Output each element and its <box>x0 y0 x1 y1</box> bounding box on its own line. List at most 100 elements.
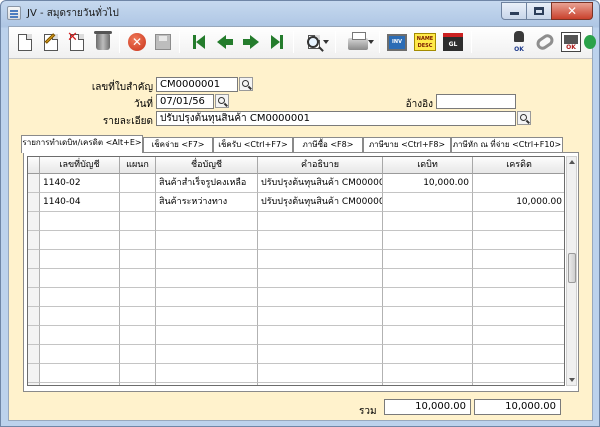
row-indicator[interactable] <box>28 326 40 345</box>
title-bar[interactable]: JV - สมุดรายวันทั่วไป ✕ <box>1 1 599 25</box>
empty-cell[interactable] <box>156 212 258 231</box>
doc-no-lookup-button[interactable] <box>239 77 253 91</box>
previous-record-button[interactable] <box>213 30 237 54</box>
empty-cell[interactable] <box>120 326 156 345</box>
empty-cell[interactable] <box>383 345 473 364</box>
green-status-icon[interactable] <box>584 35 596 49</box>
empty-cell[interactable] <box>473 288 564 307</box>
empty-cell[interactable] <box>258 212 383 231</box>
empty-cell[interactable] <box>258 269 383 288</box>
tab-cheque-receive[interactable]: เช็ครับ <Ctrl+F7> <box>213 137 293 152</box>
link-button[interactable] <box>533 30 557 54</box>
description-cell[interactable]: ปรับปรุงต้นทุนสินค้า CM0000001 <box>258 174 383 193</box>
close-window-button[interactable]: ✕ <box>551 2 593 20</box>
maximize-button[interactable] <box>526 2 552 20</box>
row-indicator[interactable] <box>28 174 40 193</box>
debit-cell[interactable] <box>383 193 473 212</box>
row-indicator[interactable] <box>28 307 40 326</box>
credit-cell[interactable] <box>473 174 564 193</box>
scroll-thumb[interactable] <box>568 253 576 283</box>
last-record-button[interactable] <box>265 30 289 54</box>
empty-cell[interactable] <box>383 250 473 269</box>
empty-cell[interactable] <box>40 212 120 231</box>
empty-cell[interactable] <box>40 307 120 326</box>
date-picker-button[interactable] <box>215 94 229 108</box>
tab-purchase-tax[interactable]: ภาษีซื้อ <F8> <box>293 137 363 152</box>
row-indicator[interactable] <box>28 212 40 231</box>
empty-cell[interactable] <box>40 383 120 385</box>
doc-no-input[interactable]: CM0000001 <box>156 77 238 92</box>
empty-cell[interactable] <box>473 250 564 269</box>
empty-cell[interactable] <box>383 383 473 385</box>
empty-cell[interactable] <box>258 326 383 345</box>
debit-cell[interactable]: 10,000.00 <box>383 174 473 193</box>
empty-cell[interactable] <box>120 269 156 288</box>
grid-vertical-scrollbar[interactable] <box>566 156 577 386</box>
row-indicator[interactable] <box>28 193 40 212</box>
credit-cell[interactable]: 10,000.00 <box>473 193 564 212</box>
empty-cell[interactable] <box>258 383 383 385</box>
next-record-button[interactable] <box>239 30 263 54</box>
approve-button[interactable]: OK <box>507 30 531 54</box>
row-indicator[interactable] <box>28 288 40 307</box>
name-desc-button[interactable]: NAME DESC <box>413 30 437 54</box>
empty-cell[interactable] <box>473 231 564 250</box>
empty-cell[interactable] <box>473 307 564 326</box>
empty-cell[interactable] <box>473 383 564 385</box>
empty-cell[interactable] <box>156 383 258 385</box>
new-document-button[interactable] <box>13 30 37 54</box>
empty-cell[interactable] <box>258 307 383 326</box>
empty-cell[interactable] <box>40 269 120 288</box>
empty-cell[interactable] <box>40 326 120 345</box>
col-header-credit[interactable]: เครดิต <box>473 157 564 174</box>
delete-button[interactable] <box>91 30 115 54</box>
empty-cell[interactable] <box>40 288 120 307</box>
reference-input[interactable] <box>436 94 516 109</box>
empty-cell[interactable] <box>156 307 258 326</box>
empty-cell[interactable] <box>383 307 473 326</box>
ok-button[interactable]: OK <box>559 30 583 54</box>
empty-cell[interactable] <box>156 288 258 307</box>
empty-cell[interactable] <box>120 307 156 326</box>
tab-debit-credit[interactable]: รายการทำเดบิท/เครดิต <Alt+E> <box>21 135 143 153</box>
account-name-cell[interactable]: สินค้าสำเร็จรูปคงเหลือ <box>156 174 258 193</box>
empty-cell[interactable] <box>156 345 258 364</box>
row-indicator[interactable] <box>28 383 40 385</box>
col-header-account-name[interactable]: ชื่อบัญชี <box>156 157 258 174</box>
account-name-cell[interactable]: สินค้าระหว่างทาง <box>156 193 258 212</box>
gl-button[interactable]: GL <box>441 30 465 54</box>
cancel-document-button[interactable]: ✕ <box>65 30 89 54</box>
empty-cell[interactable] <box>120 364 156 383</box>
empty-cell[interactable] <box>156 269 258 288</box>
empty-cell[interactable] <box>120 231 156 250</box>
empty-cell[interactable] <box>383 364 473 383</box>
empty-cell[interactable] <box>383 231 473 250</box>
empty-cell[interactable] <box>383 326 473 345</box>
col-header-dept[interactable]: แผนก <box>120 157 156 174</box>
empty-cell[interactable] <box>156 326 258 345</box>
account-cell[interactable]: 1140-02 <box>40 174 120 193</box>
scroll-up-icon[interactable] <box>569 160 575 164</box>
empty-cell[interactable] <box>120 345 156 364</box>
save-button[interactable] <box>151 30 175 54</box>
tab-withholding-tax[interactable]: ภาษีหัก ณ ที่จ่าย <Ctrl+F10> <box>451 137 563 152</box>
empty-cell[interactable] <box>258 288 383 307</box>
find-button[interactable] <box>299 30 329 54</box>
empty-cell[interactable] <box>258 250 383 269</box>
empty-cell[interactable] <box>258 231 383 250</box>
entries-grid[interactable]: เลขที่บัญชี แผนก ชื่อบัญชี คำอธิบาย เดบิท เคร… <box>27 156 565 386</box>
print-button[interactable] <box>342 30 374 54</box>
empty-cell[interactable] <box>383 269 473 288</box>
first-record-button[interactable] <box>187 30 211 54</box>
empty-cell[interactable] <box>258 364 383 383</box>
dept-cell[interactable] <box>120 174 156 193</box>
tab-cheque-pay[interactable]: เช็คจ่าย <F7> <box>143 137 213 152</box>
col-header-description[interactable]: คำอธิบาย <box>258 157 383 174</box>
detail-input[interactable]: ปรับปรุงต้นทุนสินค้า CM0000001 <box>156 111 516 126</box>
detail-lookup-button[interactable] <box>517 111 531 125</box>
empty-cell[interactable] <box>120 212 156 231</box>
tab-sales-tax[interactable]: ภาษีขาย <Ctrl+F8> <box>363 137 451 152</box>
empty-cell[interactable] <box>40 250 120 269</box>
inventory-screen-button[interactable]: INV <box>385 30 409 54</box>
scroll-down-icon[interactable] <box>569 378 575 382</box>
